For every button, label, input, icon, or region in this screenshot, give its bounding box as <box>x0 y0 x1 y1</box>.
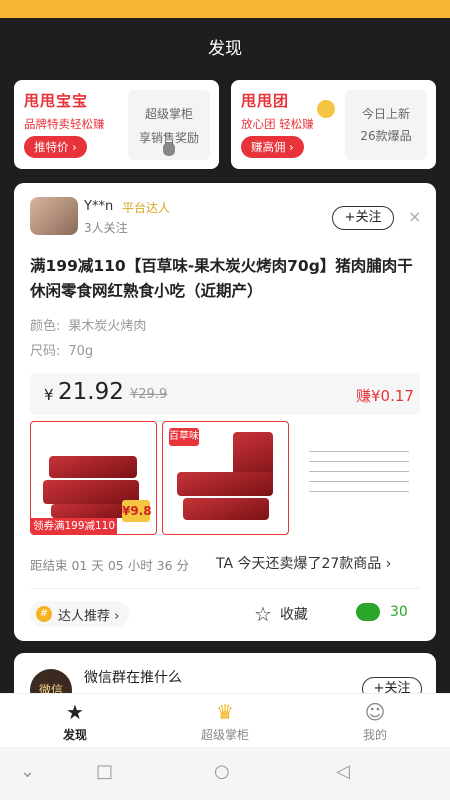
tab-label: 发现 <box>62 728 87 742</box>
price: 21.92 <box>58 379 124 405</box>
favorite-label: 收藏 <box>279 607 308 623</box>
home-icon[interactable]: ○ <box>214 761 230 782</box>
bottom-tab-bar: ★ 发现 ♛ 超级掌柜 ☺ 我的 <box>0 693 450 747</box>
banner-cta-button[interactable]: 赚高佣 › <box>241 136 304 158</box>
product-image-1[interactable]: ¥9.8 领券满199减110 <box>30 421 157 535</box>
back-icon[interactable]: ◁ <box>336 761 350 782</box>
user-badge: 平台达人 <box>122 201 171 215</box>
countdown: 距结束 01 天 05 小时 36 分 <box>30 558 190 573</box>
spec-size-value: 70g <box>68 344 94 359</box>
wechat-share-count: 30 <box>390 604 408 620</box>
original-price: ¥29.9 <box>130 387 168 402</box>
wechat-icon <box>356 603 380 621</box>
banner-group-buy[interactable]: 甩甩团 放心团 轻松赚 赚高佣 › 今日上新 26款爆品 <box>231 80 436 169</box>
wechat-share-button[interactable]: 30 <box>356 603 408 621</box>
hash-icon: # <box>36 606 52 622</box>
more-products-link[interactable]: TA 今天还卖爆了27款商品 › <box>216 553 391 573</box>
spec-color: 颜色: 果木炭火烤肉 <box>30 315 146 334</box>
favorite-button[interactable]: ☆ 收藏 <box>254 602 308 626</box>
banner-promo-box <box>345 90 427 160</box>
banner-brand: 甩甩团 <box>241 92 290 110</box>
tab-super-shopkeeper[interactable]: ♛ 超级掌柜 <box>175 700 275 743</box>
product-title[interactable]: 满199减110【百草味-果木炭火烤肉70g】猪肉脯肉干休闲零食网红熟食小吃（近… <box>30 254 426 304</box>
post2-title[interactable]: 微信群在推什么 <box>84 667 182 687</box>
user-name[interactable]: Y**n <box>84 199 113 214</box>
avatar[interactable]: 微信 <box>30 669 72 693</box>
post-card-2: 微信 微信群在推什么 +关注 <box>14 653 436 693</box>
recent-apps-icon[interactable]: □ <box>96 761 113 782</box>
product-image-3[interactable] <box>295 421 422 535</box>
tab-label: 超级掌柜 <box>200 728 249 742</box>
apple-icon <box>163 142 175 156</box>
spec-size: 尺码: 70g <box>30 340 93 359</box>
banner-brand: 甩甩宝宝 <box>24 92 89 110</box>
crown-icon: ♛ <box>216 700 234 724</box>
follow-button[interactable]: +关注 <box>332 206 394 230</box>
tab-me[interactable]: ☺ 我的 <box>325 700 425 743</box>
follow-button[interactable]: +关注 <box>362 677 422 693</box>
banner-promo-line1: 今日上新 <box>361 107 410 121</box>
nutrition-table-line <box>309 451 409 452</box>
page-title: 发现 <box>208 38 242 59</box>
promo-label: 领券满199减110 <box>31 518 117 534</box>
brand-logo: 百草味 <box>169 428 199 446</box>
status-strip <box>0 0 450 18</box>
expert-recommend-label: 达人推荐 › <box>58 608 120 624</box>
product-meat-shape <box>51 504 131 518</box>
banner-promo-line1: 超级掌柜 <box>144 107 193 121</box>
nutrition-table-line <box>309 471 409 472</box>
banner-tagline: 放心团 轻松赚 <box>241 117 314 131</box>
divider <box>30 588 420 589</box>
commission: 赚¥0.17 <box>356 387 414 405</box>
avatar[interactable] <box>30 197 78 235</box>
expert-recommend-button[interactable]: # 达人推荐 › <box>30 601 130 627</box>
banner-cta-button[interactable]: 推特价 › <box>24 136 87 158</box>
product-image-2[interactable]: 百草味 <box>162 421 289 535</box>
follower-count: 3人关注 <box>84 221 128 235</box>
smile-icon: ☺ <box>364 700 386 724</box>
price-tag: ¥9.8 <box>122 500 152 522</box>
nutrition-table-line <box>309 461 409 462</box>
collapse-icon[interactable]: ⌄ <box>20 761 35 782</box>
product-meat-shape <box>49 456 137 478</box>
coin-icon <box>317 100 335 118</box>
spec-size-label: 尺码: <box>30 344 61 359</box>
currency-symbol: ¥ <box>44 386 54 404</box>
close-icon[interactable]: × <box>408 207 421 226</box>
tab-discover[interactable]: ★ 发现 <box>25 700 125 743</box>
product-meat-shape <box>183 498 269 520</box>
post-card: Y**n 平台达人 3人关注 +关注 × 满199减110【百草味-果木炭火烤肉… <box>14 183 436 641</box>
banner-tagline: 品牌特卖轻松赚 <box>24 117 105 131</box>
app-header: 发现 <box>0 18 450 74</box>
nutrition-table-line <box>309 481 409 482</box>
banner-brand-sale[interactable]: 甩甩宝宝 品牌特卖轻松赚 推特价 › 超级掌柜 享销售奖励 <box>14 80 219 169</box>
banner-promo-line2: 26款爆品 <box>360 129 412 143</box>
product-meat-shape <box>177 472 273 496</box>
nutrition-table-line <box>309 491 409 492</box>
price-bar: ¥ 21.92 ¥29.9 赚¥0.17 <box>30 373 420 415</box>
tab-label: 我的 <box>362 728 387 742</box>
system-nav-bar: ⌄ □ ○ ◁ <box>0 747 450 800</box>
star-outline-icon: ☆ <box>254 602 272 626</box>
star-icon: ★ <box>66 700 84 724</box>
spec-color-value: 果木炭火烤肉 <box>68 319 147 334</box>
spec-color-label: 颜色: <box>30 319 61 334</box>
